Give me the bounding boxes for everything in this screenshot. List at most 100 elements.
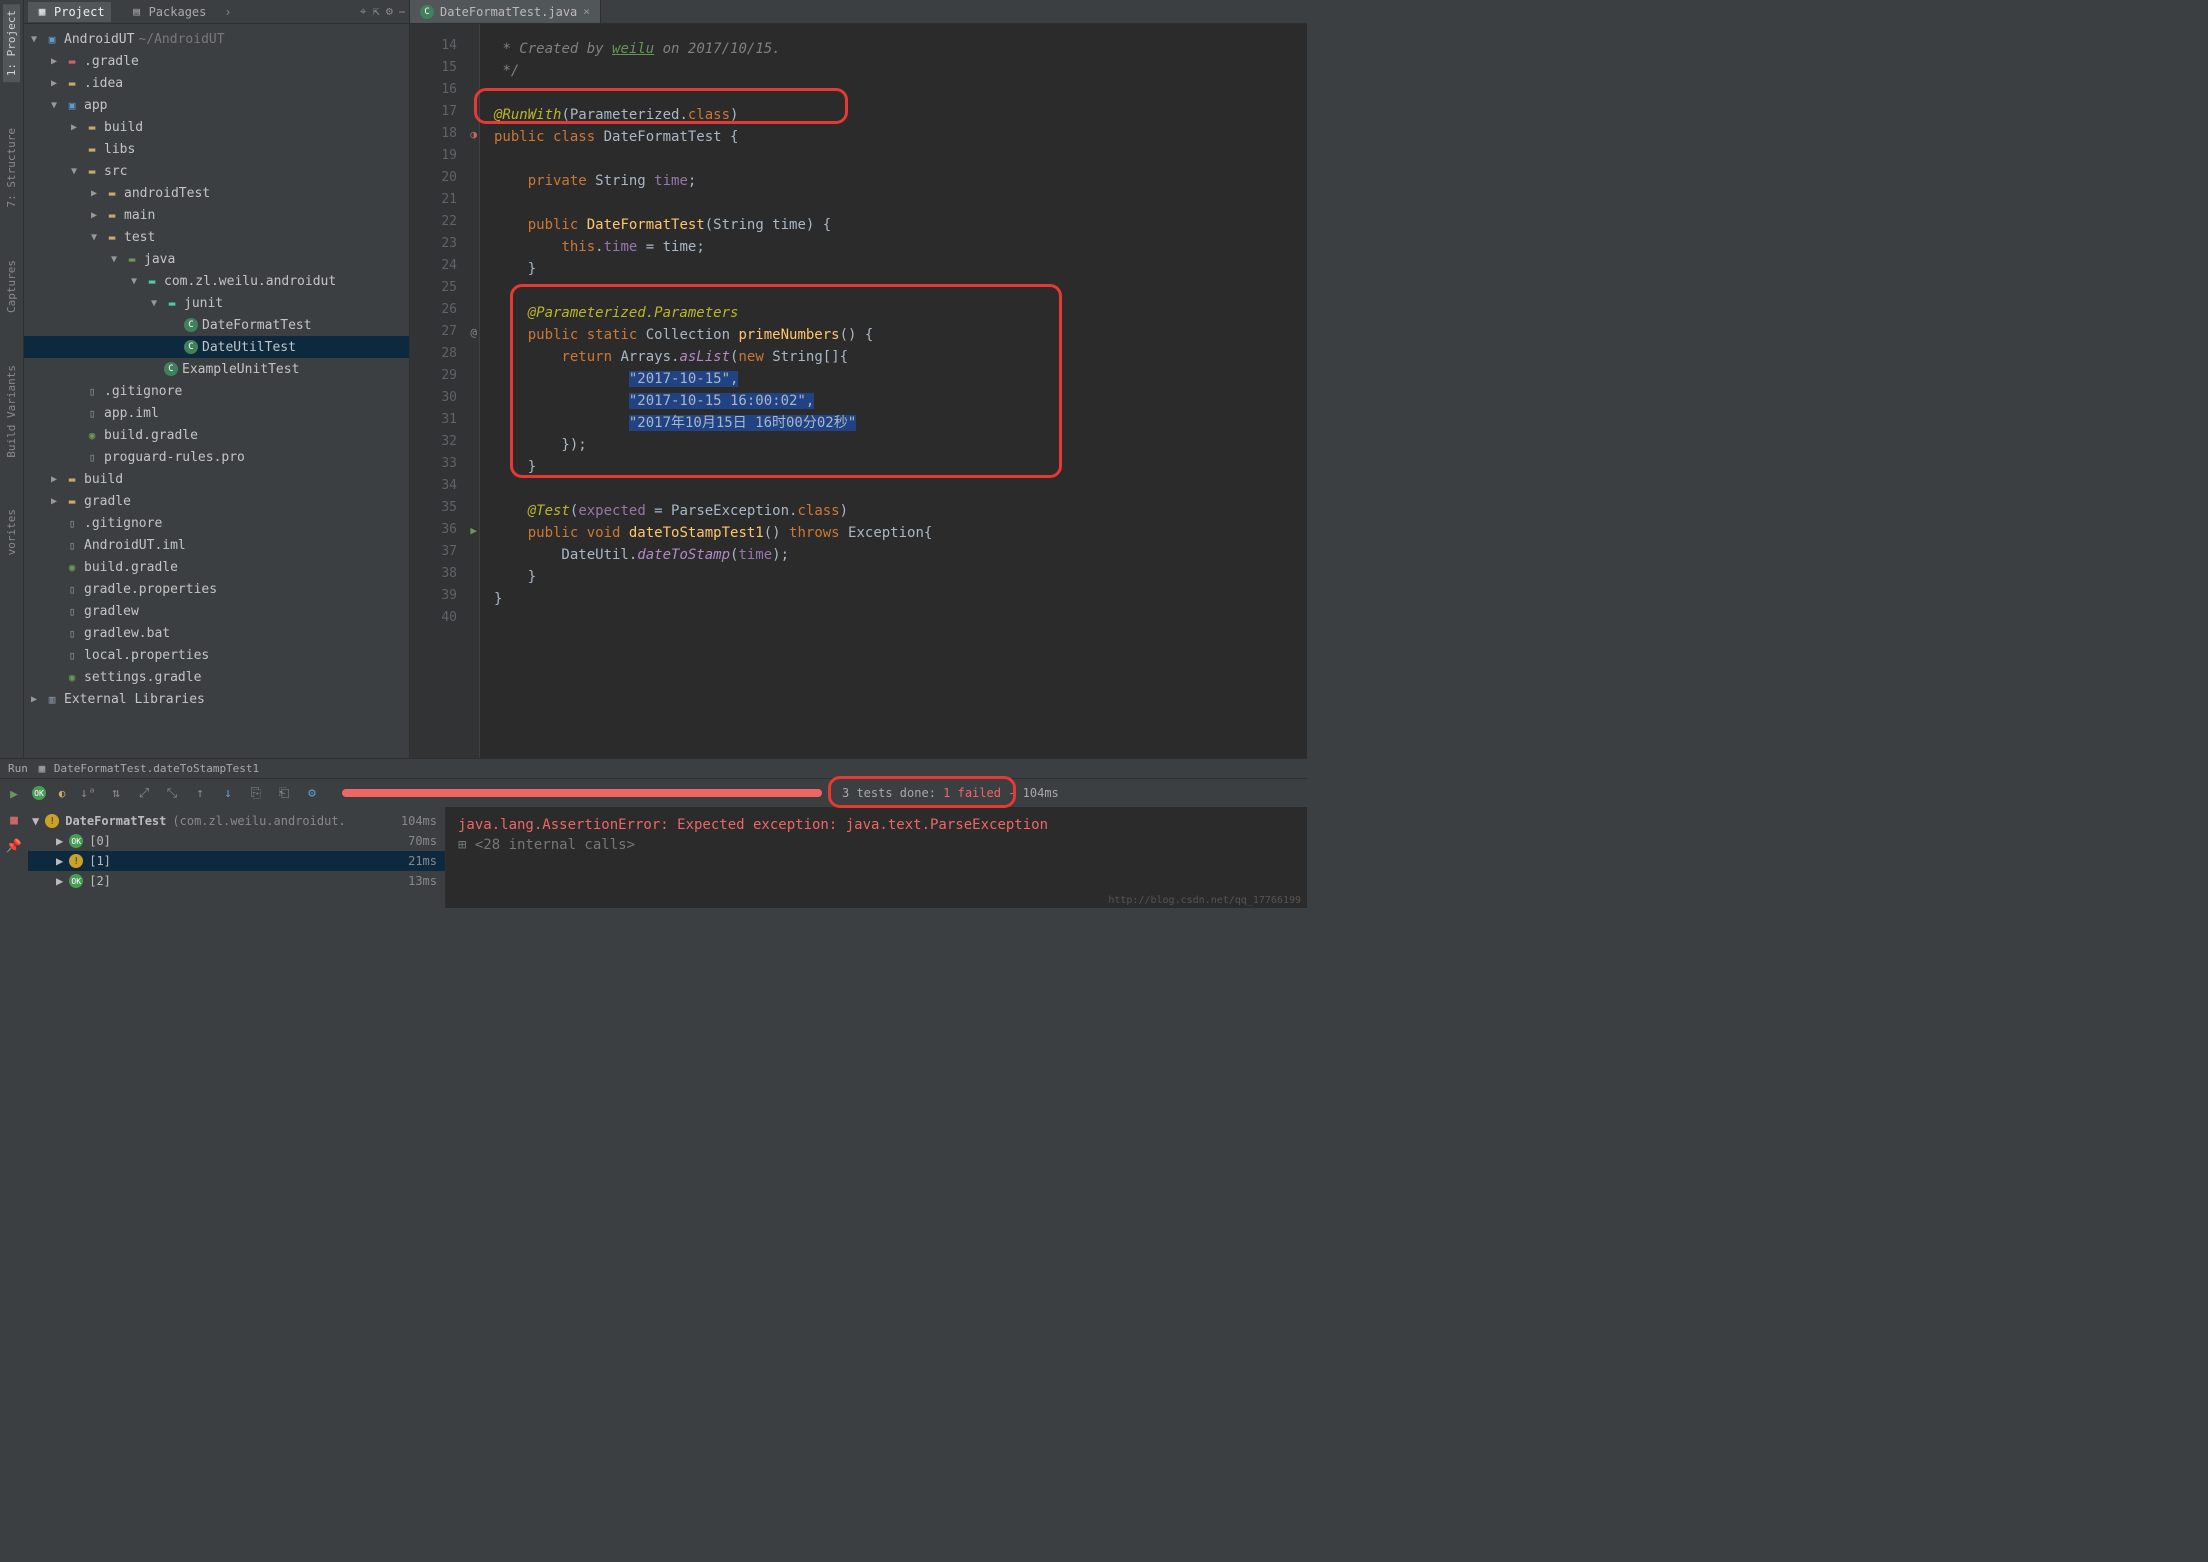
down-icon[interactable]: ↓: [218, 786, 238, 801]
tree-row[interactable]: ▼▣app: [24, 94, 409, 116]
tree-row[interactable]: ▯local.properties: [24, 644, 409, 666]
tree-row[interactable]: ▶▬androidTest: [24, 182, 409, 204]
toggle-icon[interactable]: ▼: [148, 298, 160, 309]
settings-gear-icon[interactable]: ⚙: [302, 786, 322, 801]
import-icon[interactable]: ⎗: [274, 786, 294, 801]
toggle-icon[interactable]: ▶: [48, 474, 60, 485]
tree-row[interactable]: ▼▬java: [24, 248, 409, 270]
toggle-icon[interactable]: ▶: [88, 188, 100, 199]
export-icon[interactable]: ⎘: [246, 786, 266, 801]
filter-icon[interactable]: ◐: [54, 785, 70, 801]
code-line[interactable]: DateUtil.dateToStamp(time);: [494, 544, 1307, 566]
expand-icon[interactable]: ⤢: [134, 786, 154, 801]
gear-icon[interactable]: ⚙: [386, 4, 393, 19]
tree-row[interactable]: CDateUtilTest: [24, 336, 409, 358]
tree-row[interactable]: ◉build.gradle: [24, 424, 409, 446]
strip-tab-build-variants[interactable]: Build Variants: [3, 359, 20, 464]
code-line[interactable]: [494, 610, 1307, 632]
collapse-icon[interactable]: ⇱: [373, 4, 380, 19]
tree-row[interactable]: ▶▥External Libraries: [24, 688, 409, 710]
console-expand-icon[interactable]: ⊞: [458, 837, 475, 853]
collapse-all-icon[interactable]: ⤡: [162, 786, 182, 801]
tree-row[interactable]: ▼▬test: [24, 226, 409, 248]
code-line[interactable]: @Test(expected = ParseException.class): [494, 500, 1307, 522]
tree-row[interactable]: ▶▬main: [24, 204, 409, 226]
tree-row[interactable]: ▶▬gradle: [24, 490, 409, 512]
sort-az-icon[interactable]: ↓ᵃ: [78, 786, 98, 801]
strip-tab-captures[interactable]: Captures: [3, 254, 20, 319]
code-line[interactable]: public class DateFormatTest {: [494, 126, 1307, 148]
test-tree-root[interactable]: ▼!DateFormatTest (com.zl.weilu.androidut…: [28, 811, 445, 831]
stop-button[interactable]: ■: [5, 811, 23, 829]
target-icon[interactable]: ⌖: [360, 4, 367, 19]
code-line[interactable]: }: [494, 588, 1307, 610]
tree-row[interactable]: ▯app.iml: [24, 402, 409, 424]
test-tree-item[interactable]: ▶![1]21ms: [28, 851, 445, 871]
test-tree-item[interactable]: ▶OK[0]70ms: [28, 831, 445, 851]
tree-row[interactable]: ▶▬.idea: [24, 72, 409, 94]
tree-row[interactable]: ▯proguard-rules.pro: [24, 446, 409, 468]
tree-row[interactable]: ▬libs: [24, 138, 409, 160]
tree-row[interactable]: ▶▬build: [24, 116, 409, 138]
chevron-right-icon[interactable]: ›: [224, 5, 231, 19]
tree-row[interactable]: ▼▣AndroidUT ~/AndroidUT: [24, 28, 409, 50]
code-line[interactable]: * Created by weilu on 2017/10/15.: [494, 38, 1307, 60]
code-line[interactable]: */: [494, 60, 1307, 82]
test-console[interactable]: java.lang.AssertionError: Expected excep…: [446, 807, 1307, 908]
code-line[interactable]: this.time = time;: [494, 236, 1307, 258]
toggle-icon[interactable]: ▼: [28, 34, 40, 45]
editor-code[interactable]: * Created by weilu on 2017/10/15. */@Run…: [480, 24, 1307, 758]
tree-row[interactable]: ▯.gitignore: [24, 380, 409, 402]
tree-row[interactable]: ◉settings.gradle: [24, 666, 409, 688]
code-line[interactable]: }: [494, 566, 1307, 588]
close-icon[interactable]: ×: [583, 5, 590, 18]
rerun-button[interactable]: ▶: [5, 785, 23, 803]
toggle-icon[interactable]: ▼: [48, 100, 60, 111]
tree-row[interactable]: ▯gradlew: [24, 600, 409, 622]
code-line[interactable]: [494, 478, 1307, 500]
code-line[interactable]: [494, 192, 1307, 214]
panel-tab-project[interactable]: ▦ Project: [28, 2, 111, 22]
test-tree-item[interactable]: ▶OK[2]13ms: [28, 871, 445, 891]
tree-row[interactable]: ▯gradlew.bat: [24, 622, 409, 644]
toggle-icon[interactable]: ▶: [56, 874, 63, 888]
hide-icon[interactable]: ⎯: [399, 4, 405, 19]
tree-row[interactable]: CDateFormatTest: [24, 314, 409, 336]
tree-row[interactable]: ▯.gitignore: [24, 512, 409, 534]
tree-row[interactable]: ▯gradle.properties: [24, 578, 409, 600]
code-line[interactable]: [494, 148, 1307, 170]
tree-row[interactable]: ▯AndroidUT.iml: [24, 534, 409, 556]
toggle-icon[interactable]: ▶: [56, 834, 63, 848]
sort-icon[interactable]: ⇅: [106, 786, 126, 801]
tree-row[interactable]: ◉build.gradle: [24, 556, 409, 578]
editor-tab-dateformattest[interactable]: C DateFormatTest.java ×: [410, 0, 601, 23]
strip-tab-structure[interactable]: 7: Structure: [3, 122, 20, 213]
up-icon[interactable]: ↑: [190, 786, 210, 801]
toggle-icon[interactable]: ▶: [48, 56, 60, 67]
toggle-icon[interactable]: ▶: [88, 210, 100, 221]
tree-row[interactable]: CExampleUnitTest: [24, 358, 409, 380]
toggle-icon[interactable]: ▼: [88, 232, 100, 243]
toggle-icon[interactable]: ▼: [128, 276, 140, 287]
panel-tab-packages[interactable]: ▤ Packages: [123, 2, 213, 22]
code-line[interactable]: }: [494, 258, 1307, 280]
toggle-icon[interactable]: ▼: [68, 166, 80, 177]
code-line[interactable]: public void dateToStampTest1() throws Ex…: [494, 522, 1307, 544]
code-line[interactable]: private String time;: [494, 170, 1307, 192]
test-tree[interactable]: ▼!DateFormatTest (com.zl.weilu.androidut…: [28, 807, 446, 908]
toggle-icon[interactable]: ▶: [48, 496, 60, 507]
toggle-icon[interactable]: ▼: [108, 254, 120, 265]
code-line[interactable]: public DateFormatTest(String time) {: [494, 214, 1307, 236]
project-tree[interactable]: ▼▣AndroidUT ~/AndroidUT▶▬.gradle▶▬.idea▼…: [24, 24, 409, 758]
toggle-icon[interactable]: ▼: [32, 814, 39, 828]
tree-row[interactable]: ▼▬com.zl.weilu.androidut: [24, 270, 409, 292]
strip-tab-project[interactable]: 1: Project: [3, 4, 20, 82]
tree-row[interactable]: ▶▬.gradle: [24, 50, 409, 72]
toggle-icon[interactable]: ▶: [28, 694, 40, 705]
tree-row[interactable]: ▼▬junit: [24, 292, 409, 314]
toggle-icon[interactable]: ▶: [48, 78, 60, 89]
toggle-icon[interactable]: ▶: [56, 854, 63, 868]
pin-button[interactable]: 📌: [5, 837, 23, 855]
status-ok-icon[interactable]: OK: [32, 786, 46, 800]
tree-row[interactable]: ▶▬build: [24, 468, 409, 490]
